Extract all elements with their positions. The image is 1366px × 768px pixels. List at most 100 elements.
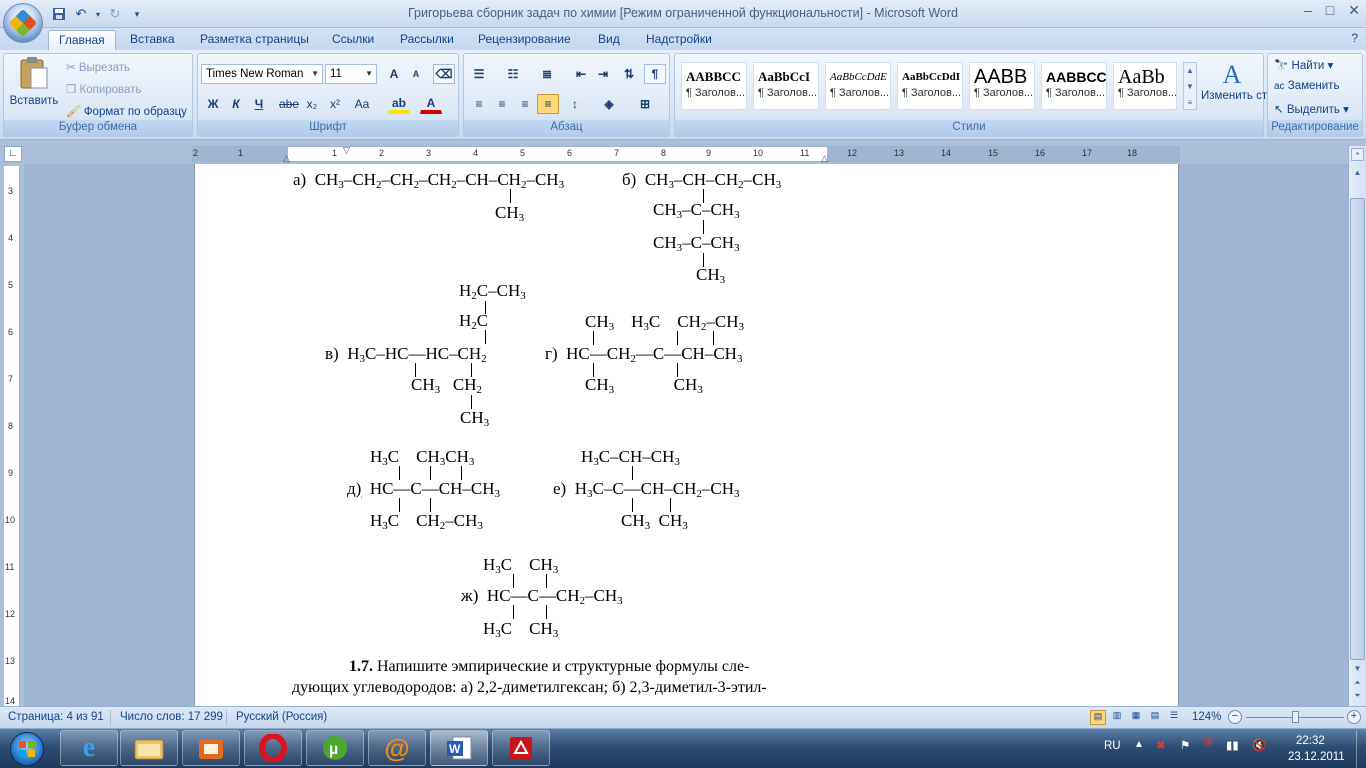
minimize-button[interactable]: – (1304, 2, 1312, 19)
font-size-select[interactable]: 11 ▼ (325, 64, 377, 84)
styles-scroll[interactable]: ▲ ▼ ≡ (1183, 62, 1197, 110)
increase-indent-icon[interactable]: ⇥ (592, 64, 614, 84)
style-heading-5[interactable]: AABB ¶ Заголов... (969, 62, 1035, 110)
style-heading-1[interactable]: AABBCC ¶ Заголов... (681, 62, 747, 110)
left-indent-marker[interactable]: △ (283, 153, 290, 164)
tab-view[interactable]: Вид (588, 30, 630, 50)
pilcrow-icon[interactable]: ¶ (644, 64, 666, 84)
language-indicator[interactable]: Русский (Россия) (236, 711, 327, 723)
strikethrough-button[interactable]: abe (278, 94, 300, 114)
volume-icon[interactable]: 🔇 (1252, 738, 1266, 752)
style-heading-7[interactable]: AaBb ¶ Заголов... (1113, 62, 1177, 110)
clock-time[interactable]: 22:32 (1296, 735, 1325, 747)
right-indent-marker[interactable]: △ (821, 153, 828, 164)
font-family-select[interactable]: Times New Roman ▼ (201, 64, 323, 84)
taskbar-word[interactable]: W (430, 730, 488, 766)
zoom-in-icon[interactable]: + (1347, 710, 1361, 724)
select-button[interactable]: ↖ Выделить ▾ (1274, 102, 1349, 116)
outline-icon[interactable]: ▤ (1147, 710, 1163, 725)
previous-page-icon[interactable]: ⏶ (1351, 678, 1364, 690)
word-count[interactable]: Число слов: 17 299 (120, 711, 223, 723)
clear-format-icon[interactable]: ⌫ (433, 64, 455, 84)
tray-app-icon[interactable]: ✖ (1156, 738, 1166, 752)
page-indicator[interactable]: Страница: 4 из 91 (8, 711, 104, 723)
taskbar-ie[interactable]: e (60, 730, 118, 766)
shrink-font-icon[interactable]: A (405, 64, 427, 84)
tab-references[interactable]: Ссылки (322, 30, 384, 50)
clock-date[interactable]: 23.12.2011 (1288, 751, 1345, 763)
style-heading-6[interactable]: AABBCC ¶ Заголов... (1041, 62, 1107, 110)
borders-icon[interactable]: ⊞ (634, 94, 656, 114)
underline-button[interactable]: Ч (248, 94, 270, 114)
help-icon[interactable]: ? (1351, 31, 1358, 45)
next-page-icon[interactable]: ⏷ (1351, 691, 1364, 703)
grow-font-icon[interactable]: A (383, 64, 405, 84)
copy-button[interactable]: ❐ Копировать (66, 82, 141, 96)
taskbar-explorer[interactable] (120, 730, 178, 766)
taskbar-app-orange[interactable] (182, 730, 240, 766)
taskbar-mail[interactable]: @ (368, 730, 426, 766)
print-layout-icon[interactable]: ▤ (1090, 710, 1106, 725)
start-button[interactable] (2, 730, 52, 768)
find-button[interactable]: 🔭 Найти ▾ (1274, 58, 1333, 72)
taskbar-opera[interactable] (244, 730, 302, 766)
justify-icon[interactable]: ≡ (537, 94, 559, 114)
decrease-indent-icon[interactable]: ⇤ (570, 64, 592, 84)
style-heading-3[interactable]: AaBbCcDdE ¶ Заголов... (825, 62, 891, 110)
style-heading-2[interactable]: AaBbCcI ¶ Заголов... (753, 62, 819, 110)
numbering-icon[interactable]: ☷ (502, 64, 524, 84)
taskbar-utorrent[interactable]: µ (306, 730, 364, 766)
office-button[interactable] (3, 3, 43, 43)
first-line-indent-marker[interactable]: ▽ (343, 145, 350, 156)
document-page[interactable]: а) CH3–CH2–CH2–CH2–CH–CH2–CH3 CH3 б) CH3… (194, 164, 1179, 706)
shading-icon[interactable]: ◈ (598, 94, 620, 114)
draft-icon[interactable]: ☰ (1166, 710, 1182, 725)
scroll-up-icon[interactable]: ▲ (1351, 168, 1364, 184)
taskbar-pdf[interactable] (492, 730, 550, 766)
scroll-down-icon[interactable]: ▼ (1351, 664, 1364, 676)
horizontal-ruler[interactable]: 2 1 1 2 3 4 5 6 7 8 9 10 11 12 13 14 15 … (192, 145, 1180, 164)
italic-button[interactable]: К (225, 94, 247, 114)
ruler-toggle-icon[interactable]: ▪ (1351, 148, 1364, 161)
cut-button[interactable]: ✂ Вырезать (66, 60, 130, 74)
tab-addins[interactable]: Надстройки (636, 30, 722, 50)
close-button[interactable]: ✕ (1348, 2, 1360, 19)
web-layout-icon[interactable]: ▦ (1128, 710, 1144, 725)
tab-mailings[interactable]: Рассылки (390, 30, 464, 50)
zoom-level[interactable]: 124% (1192, 711, 1221, 723)
replace-button[interactable]: ac Заменить (1274, 80, 1339, 92)
tab-insert[interactable]: Вставка (120, 30, 185, 50)
sort-icon[interactable]: ⇅ (618, 64, 640, 84)
superscript-button[interactable]: x² (324, 94, 346, 114)
align-left-icon[interactable]: ≡ (468, 94, 490, 114)
format-painter-button[interactable]: 🖌 Формат по образцу (66, 104, 187, 118)
security-icon[interactable]: ⛨ (1204, 738, 1213, 751)
bullets-icon[interactable]: ☰ (468, 64, 490, 84)
zoom-out-icon[interactable]: − (1228, 710, 1242, 724)
align-center-icon[interactable]: ≡ (491, 94, 513, 114)
tab-review[interactable]: Рецензирование (468, 30, 581, 50)
vertical-ruler[interactable]: 3 4 5 6 7 8 9 10 11 12 13 14 (4, 166, 20, 706)
multilevel-list-icon[interactable]: ≣ (536, 64, 558, 84)
style-heading-4[interactable]: AaBbCcDdI ¶ Заголов... (897, 62, 963, 110)
paste-button[interactable]: Вставить (8, 56, 60, 114)
font-color-icon[interactable]: A (420, 94, 442, 114)
change-styles-button[interactable]: A Изменить стили (1201, 60, 1287, 103)
vertical-scrollbar[interactable]: ▪ ▲ ▼ ⏶ ⏷ (1348, 146, 1366, 706)
align-right-icon[interactable]: ≡ (514, 94, 536, 114)
tab-page-layout[interactable]: Разметка страницы (190, 30, 319, 50)
subscript-button[interactable]: x₂ (301, 94, 323, 114)
highlight-icon[interactable]: ab (388, 94, 410, 114)
bold-button[interactable]: Ж (202, 94, 224, 114)
keyboard-language[interactable]: RU (1104, 740, 1121, 752)
network-icon[interactable]: ▮▮ (1226, 738, 1239, 752)
tab-home[interactable]: Главная (48, 30, 116, 50)
show-desktop-button[interactable] (1356, 730, 1366, 768)
show-hidden-icons-icon[interactable]: ▲ (1134, 739, 1144, 750)
action-center-icon[interactable]: ⚑ (1180, 738, 1190, 752)
full-screen-reading-icon[interactable]: ▥ (1109, 710, 1125, 725)
tab-selector[interactable]: ∟ (4, 146, 22, 162)
line-spacing-icon[interactable]: ↕ (564, 94, 586, 114)
maximize-button[interactable]: □ (1326, 2, 1334, 19)
scroll-thumb[interactable] (1350, 198, 1365, 660)
